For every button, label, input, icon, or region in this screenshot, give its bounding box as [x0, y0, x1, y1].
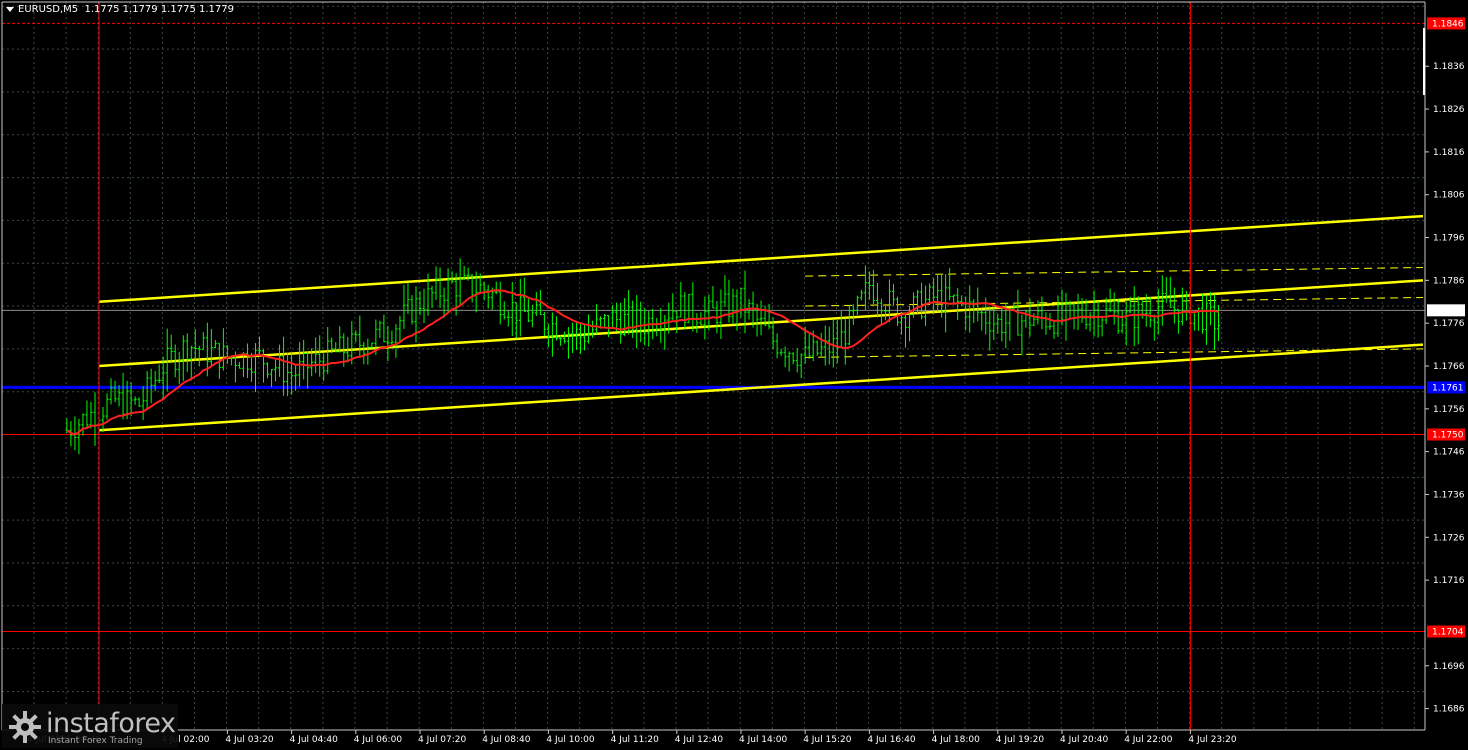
x-tick-label: 4 Jul 23:20 — [1188, 735, 1237, 745]
price-chart[interactable]: 1.1836 1.1826 1.1816 1.1806 1.1796 1.1786 1.17… — [0, 0, 1468, 750]
x-tick-label: 4 Jul 18:00 — [932, 735, 981, 745]
gear-icon — [9, 711, 41, 743]
x-tick-label: 4 Jul 22:00 — [1124, 735, 1173, 745]
x-tick-label: 4 Jul 10:00 — [546, 735, 595, 745]
x-tick-label: 4 Jul 06:00 — [354, 735, 403, 745]
level-label: 1.1750 — [1432, 431, 1464, 441]
y-tick-label: 1.1806 — [1433, 191, 1465, 201]
y-tick-label: 1.1756 — [1433, 405, 1465, 415]
logo-tagline: Instant Forex Trading — [48, 736, 143, 746]
level-label: 1.1846 — [1432, 19, 1464, 29]
dropdown-triangle-icon[interactable] — [6, 6, 14, 12]
x-tick-label: 4 Jul 19:20 — [996, 735, 1045, 745]
symbol-label: EURUSD,M5 — [18, 4, 79, 15]
level-label: 1.1761 — [1432, 383, 1464, 393]
y-tick-label: 1.1796 — [1433, 234, 1465, 244]
x-tick-label: 4 Jul 11:20 — [611, 735, 660, 745]
y-tick-label: 1.1736 — [1433, 490, 1465, 500]
x-tick-label: 4 Jul 08:40 — [482, 735, 531, 745]
y-tick-label: 1.1726 — [1433, 533, 1465, 543]
x-tick-label: 4 Jul 14:00 — [739, 735, 788, 745]
level-label: 1.1704 — [1432, 628, 1464, 638]
y-tick-label: 1.1836 — [1433, 62, 1465, 72]
y-tick-label: 1.1766 — [1433, 362, 1465, 372]
y-tick-label: 1.1826 — [1433, 105, 1465, 115]
chart-header: EURUSD,M5 1.1775 1.1779 1.1775 1.1779 — [6, 4, 234, 15]
y-tick-label: 1.1816 — [1433, 148, 1465, 158]
y-tick-label: 1.1786 — [1433, 276, 1465, 286]
y-tick-label: 1.1716 — [1433, 576, 1465, 586]
x-tick-label: 4 Jul 04:40 — [290, 735, 339, 745]
x-tick-label: 4 Jul 16:40 — [867, 735, 916, 745]
ohlc-label: 1.1775 1.1779 1.1775 1.1779 — [84, 4, 234, 15]
x-tick-label: 4 Jul 03:20 — [225, 735, 274, 745]
instaforex-logo: instaforex Instant Forex Trading — [2, 704, 178, 748]
x-tick-label: 4 Jul 12:40 — [675, 735, 724, 745]
x-tick-label: 4 Jul 15:20 — [803, 735, 852, 745]
y-tick-label: 1.1776 — [1433, 319, 1465, 329]
y-tick-label: 1.1746 — [1433, 448, 1465, 458]
logo-brand: instaforex — [46, 708, 176, 739]
x-tick-label: 4 Jul 07:20 — [418, 735, 467, 745]
current-price-label: 1.1779 — [1432, 306, 1464, 316]
y-tick-label: 1.1686 — [1433, 705, 1465, 715]
y-tick-label: 1.1696 — [1433, 662, 1465, 672]
chart-background — [0, 0, 1468, 750]
x-tick-label: 4 Jul 20:40 — [1060, 735, 1109, 745]
